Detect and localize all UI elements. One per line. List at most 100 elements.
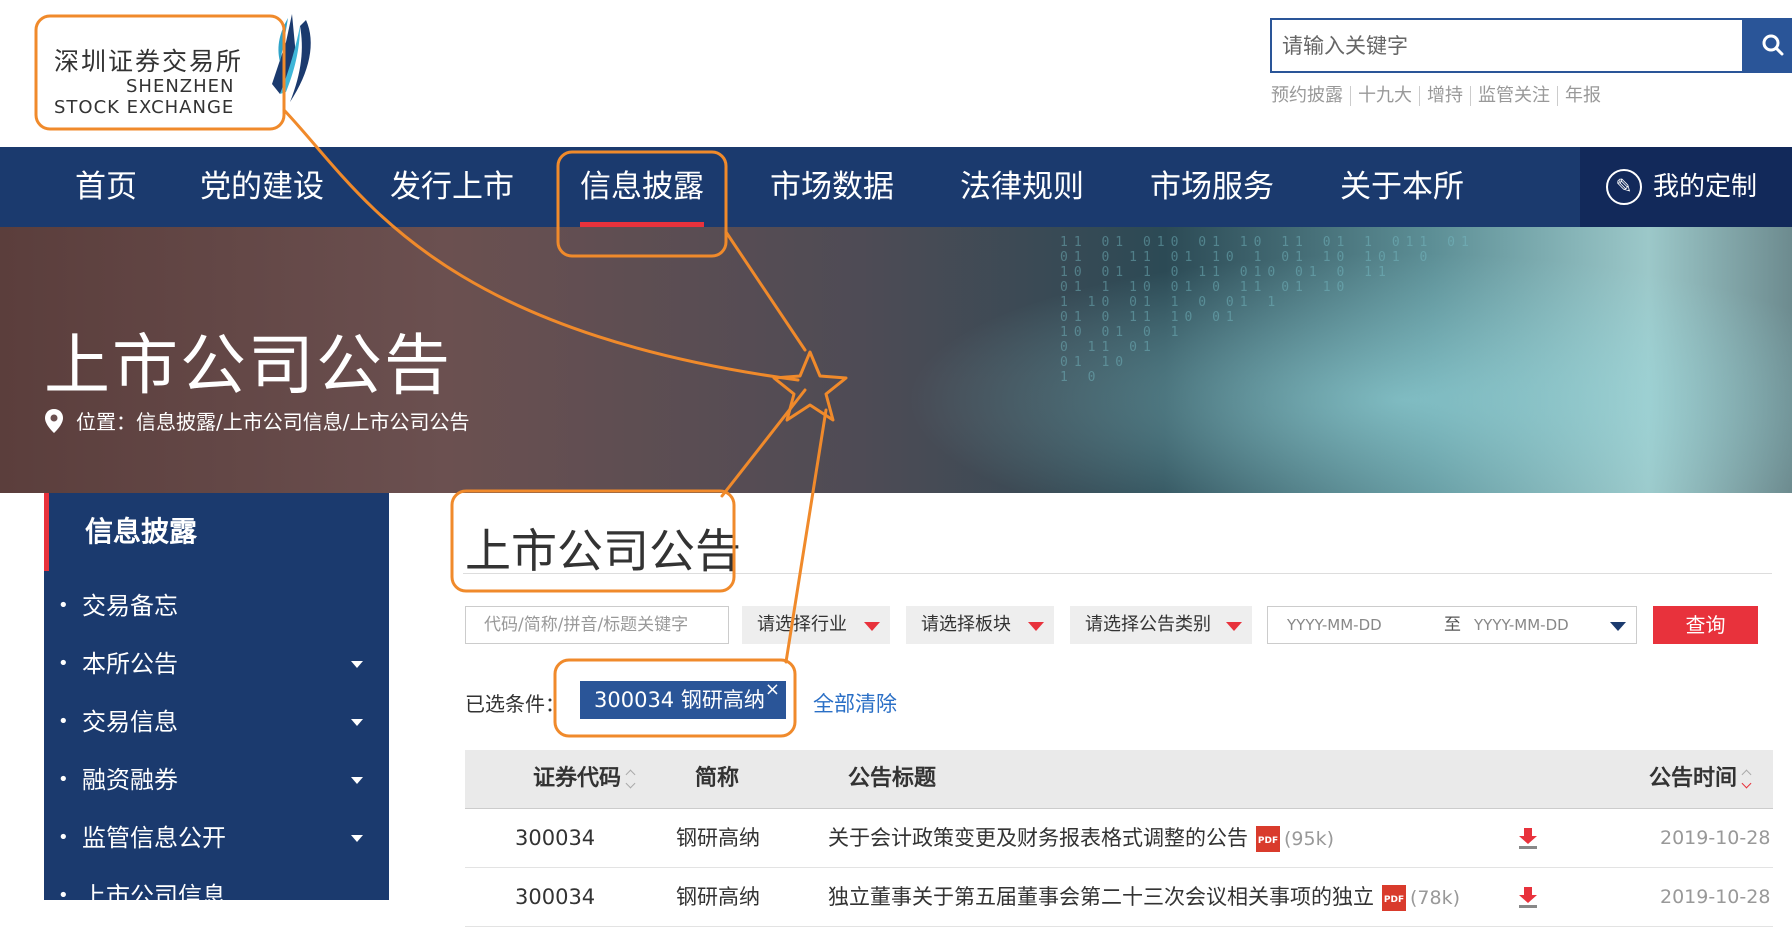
breadcrumb-text[interactable]: 位置：信息披露/上市公司信息/上市公司公告 xyxy=(76,406,469,435)
close-icon[interactable]: × xyxy=(765,671,780,709)
nav-item-disclosure[interactable]: 信息披露 xyxy=(580,147,704,227)
sort-icon[interactable] xyxy=(627,769,637,789)
logo-chinese-name: 深圳证券交易所 xyxy=(54,47,244,76)
sidebar-title: 信息披露 xyxy=(85,515,198,548)
sidebar-item-exchange-notices[interactable]: • 本所公告 xyxy=(44,635,389,693)
sidebar-item-listed-company-info[interactable]: • 上市公司信息 xyxy=(44,867,389,925)
section-title: 上市公司公告 xyxy=(465,524,741,578)
search-button[interactable] xyxy=(1744,18,1792,73)
main-nav: 首页 党的建设 发行上市 信息披露 市场数据 法律规则 市场服务 关于本所 ✎ … xyxy=(0,147,1792,227)
search-input[interactable] xyxy=(1272,20,1764,71)
sidebar: 信息披露 • 交易备忘 • 本所公告 • 交易信息 • 融资融券 • 监管信息公… xyxy=(44,493,389,910)
banner-digit-pattern: 11 01 010 01 10 11 01 1 011 01 01 0 11 01… xyxy=(1060,235,1475,385)
column-header-date[interactable]: 公告时间 xyxy=(1649,750,1753,808)
cell-title: 独立董事关于第五届董事会第二十三次会议相关事项的独立 PDF (78k) xyxy=(828,868,1460,927)
nav-item-about[interactable]: 关于本所 xyxy=(1340,147,1464,227)
bullet: • xyxy=(58,827,69,848)
pdf-icon[interactable]: PDF xyxy=(1256,826,1280,852)
date-to-field[interactable]: YYYY-MM-DD xyxy=(1474,607,1569,643)
szse-logo[interactable]: 深圳证券交易所 SHENZHEN STOCK EXCHANGE xyxy=(38,12,328,132)
category-select[interactable]: 请选择公告类别 xyxy=(1070,606,1252,644)
date-to-label: 至 xyxy=(1444,615,1461,635)
sidebar-item-trading-info[interactable]: • 交易信息 xyxy=(44,693,389,751)
download-icon[interactable] xyxy=(1517,886,1539,908)
sidebar-item-label: 监管信息公开 xyxy=(82,824,226,852)
pdf-icon[interactable]: PDF xyxy=(1382,885,1406,911)
keyword-input[interactable]: 代码/简称/拼音/标题关键字 xyxy=(465,606,729,644)
logo-english-line1: SHENZHEN xyxy=(126,76,235,97)
hot-tag[interactable]: 预约披露 xyxy=(1271,86,1350,106)
hot-tag[interactable]: 监管关注 xyxy=(1470,86,1557,106)
query-button[interactable]: 查询 xyxy=(1653,606,1758,644)
board-select[interactable]: 请选择板块 xyxy=(906,606,1054,644)
announcement-title-link[interactable]: 关于会计政策变更及财务报表格式调整的公告 xyxy=(828,826,1248,850)
table-row: 300034 钢研高纳 关于会计政策变更及财务报表格式调整的公告 PDF (95k)… xyxy=(465,809,1773,868)
industry-select-label: 请选择行业 xyxy=(757,614,847,635)
nav-item-party-building[interactable]: 党的建设 xyxy=(200,147,324,227)
dropdown-arrow-icon xyxy=(864,622,880,631)
cell-name: 钢研高纳 xyxy=(676,826,760,850)
nav-item-market-services[interactable]: 市场服务 xyxy=(1150,147,1274,227)
column-header-label: 公告时间 xyxy=(1649,766,1738,791)
nav-item-market-data[interactable]: 市场数据 xyxy=(770,147,894,227)
site-search xyxy=(1270,18,1764,73)
site-header: 深圳证券交易所 SHENZHEN STOCK EXCHANGE 预约披露 十九大… xyxy=(0,0,1792,147)
column-header-name: 简称 xyxy=(695,766,740,791)
sidebar-item-trading-memo[interactable]: • 交易备忘 xyxy=(44,577,389,635)
table-row: 300034 钢研高纳 独立董事关于第五届董事会第二十三次会议相关事项的独立 PD… xyxy=(465,868,1773,927)
my-custom-button[interactable]: ✎ 我的定制 xyxy=(1580,147,1792,227)
date-range-picker[interactable]: YYYY-MM-DD 至 YYYY-MM-DD xyxy=(1267,606,1637,644)
breadcrumb: 位置：信息披露/上市公司信息/上市公司公告 xyxy=(44,406,469,435)
nav-item-listing[interactable]: 发行上市 xyxy=(390,147,514,227)
caret-down-icon xyxy=(351,719,363,726)
file-size: (95k) xyxy=(1284,828,1335,850)
sidebar-header: 信息披露 xyxy=(44,493,389,571)
sidebar-item-label: 交易信息 xyxy=(82,708,178,736)
table-header: 证券代码 简称 公告标题 公告时间 xyxy=(465,750,1773,809)
selected-condition-chip[interactable]: 300034 钢研高纳 × xyxy=(580,679,786,719)
cell-code: 300034 xyxy=(515,826,596,850)
announcement-title-link[interactable]: 独立董事关于第五届董事会第二十三次会议相关事项的独立 xyxy=(828,885,1374,909)
industry-select[interactable]: 请选择行业 xyxy=(742,606,890,644)
logo-english-line2: STOCK EXCHANGE xyxy=(54,97,235,118)
hot-tag[interactable]: 年报 xyxy=(1557,86,1608,106)
caret-down-icon xyxy=(351,835,363,842)
page-banner: 11 01 010 01 10 11 01 1 011 01 01 0 11 01… xyxy=(0,227,1792,493)
nav-item-rules[interactable]: 法律规则 xyxy=(960,147,1084,227)
search-icon xyxy=(1762,34,1784,56)
main-content: 上市公司公告 代码/简称/拼音/标题关键字 请选择行业 请选择板块 请选择公告类… xyxy=(419,493,1792,927)
nav-item-home[interactable]: 首页 xyxy=(75,147,137,227)
divider xyxy=(463,573,1772,574)
cell-code: 300034 xyxy=(515,885,596,909)
download-icon[interactable] xyxy=(1517,827,1539,849)
column-header-code[interactable]: 证券代码 xyxy=(533,750,637,808)
bullet: • xyxy=(58,653,69,674)
sidebar-item-label: 本所公告 xyxy=(82,650,178,678)
my-custom-label: 我的定制 xyxy=(1653,172,1758,202)
board-select-label: 请选择板块 xyxy=(921,614,1011,635)
sidebar-item-label: 交易备忘 xyxy=(82,592,178,620)
hot-tag[interactable]: 十九大 xyxy=(1350,86,1419,106)
column-header-title: 公告标题 xyxy=(848,766,937,791)
column-header-label: 证券代码 xyxy=(533,766,622,791)
sort-icon[interactable] xyxy=(1743,769,1753,789)
bullet: • xyxy=(58,769,69,790)
cell-date: 2019-10-28 xyxy=(1660,827,1771,849)
bullet: • xyxy=(58,711,69,732)
caret-down-icon xyxy=(351,777,363,784)
dropdown-arrow-icon xyxy=(1226,622,1242,631)
date-from-field[interactable]: YYYY-MM-DD xyxy=(1287,607,1382,643)
sidebar-item-regulatory-info[interactable]: • 监管信息公开 xyxy=(44,809,389,867)
compass-icon: ✎ xyxy=(1606,169,1642,205)
selected-conditions-label: 已选条件： xyxy=(465,692,565,716)
logo-sail-icon xyxy=(272,14,311,102)
bullet: • xyxy=(58,595,69,616)
caret-down-icon xyxy=(351,661,363,668)
sidebar-item-margin-trading[interactable]: • 融资融券 xyxy=(44,751,389,809)
dropdown-arrow-icon xyxy=(1028,622,1044,631)
sidebar-item-label: 融资融券 xyxy=(82,766,178,794)
cell-title: 关于会计政策变更及财务报表格式调整的公告 PDF (95k) xyxy=(828,809,1334,868)
sidebar-item-label: 上市公司信息 xyxy=(82,882,226,910)
hot-tag[interactable]: 增持 xyxy=(1419,86,1470,106)
clear-all-link[interactable]: 全部清除 xyxy=(813,688,897,718)
